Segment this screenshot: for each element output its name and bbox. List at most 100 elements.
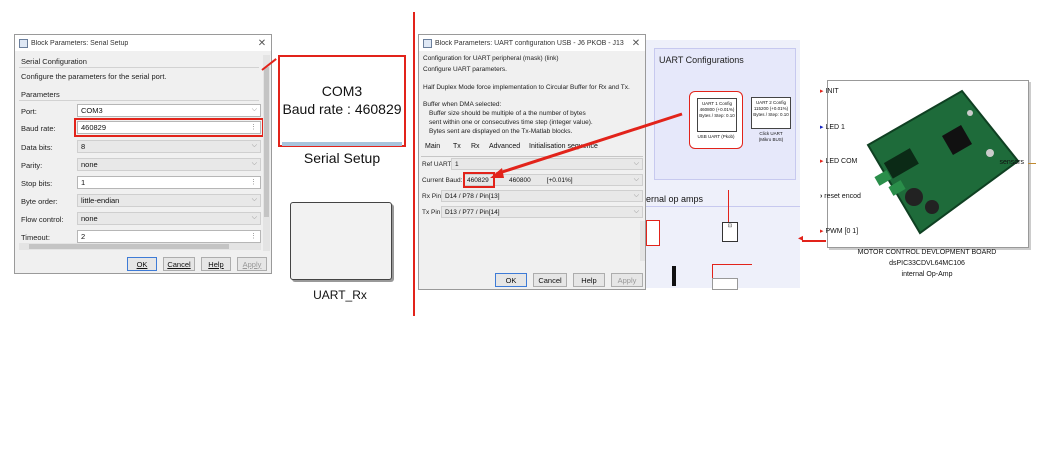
serial-setup-block-name: Serial Setup [303, 150, 381, 166]
ref-uart-label: Ref UART [422, 161, 452, 168]
port-init: ▸ INIT [820, 88, 839, 95]
stop-bits-field[interactable]: 1 ⋮ [77, 176, 261, 189]
parity-label: Parity: [21, 161, 43, 170]
uart-configs-title: UART Configurations [659, 55, 744, 65]
more-icon: ⋮ [250, 179, 257, 186]
tx-pin-label: Tx Pin [422, 209, 441, 216]
byte-order-value: little-endian [81, 196, 120, 205]
block-params-icon [19, 38, 28, 48]
timeout-field[interactable]: 2 ⋮ [77, 230, 261, 243]
uart1-line3: Bytes / Step: 0.10 [699, 113, 735, 118]
serial-setup-dialog: Block Parameters: Serial Setup ✕ Serial … [14, 34, 272, 274]
tx-pin-select[interactable]: D13 / P77 / Pin[14] ⌵ [441, 206, 643, 218]
uart-apply-button[interactable]: Apply [611, 273, 643, 287]
uart1-caption: USB UART (Pkob) [697, 134, 735, 139]
parity-value: none [81, 160, 98, 169]
op-amps-title: ernal op amps [646, 194, 704, 204]
ref-uart-value: 1 [455, 160, 459, 168]
vertical-scrollbar[interactable] [263, 55, 270, 251]
data-bits-select[interactable]: 8 ⌵ [77, 140, 261, 153]
rx-pin-label: Rx Pin [422, 193, 442, 200]
uart2-config-block[interactable]: UART 2 Config 115200 (+0.01%) Bytes / St… [751, 97, 791, 145]
divider-line [413, 12, 415, 316]
close-icon[interactable]: ✕ [253, 38, 271, 49]
uart-line2: Configure UART parameters. [423, 66, 507, 73]
data-bits-label: Data bits: [21, 143, 53, 152]
uart2-caption1: Click UART [759, 131, 783, 136]
chevron-down-icon: ⌵ [251, 142, 257, 149]
flow-control-value: none [81, 214, 98, 223]
byte-order-label: Byte order: [21, 197, 58, 206]
op-amp-block[interactable]: ⊡ [722, 222, 738, 242]
chevron-down-icon: ⌵ [633, 208, 639, 215]
uart-rx-block[interactable] [290, 202, 392, 280]
chevron-down-icon: ⌵ [251, 214, 257, 221]
port-value: COM3 [81, 106, 103, 115]
flow-control-select[interactable]: none ⌵ [77, 212, 261, 225]
motor-control-board-block[interactable]: ▸ INIT ▸ LED 1 ▸ LED COM › reset encod ▸… [820, 80, 1036, 248]
serial-section-title: Serial Configuration [21, 57, 87, 66]
chevron-down-icon: ⌵ [251, 160, 257, 167]
port-led1: ▸ LED 1 [820, 124, 845, 131]
uart-rx-block-name: UART_Rx [313, 288, 367, 302]
port-led-com: ▸ LED COM [820, 158, 858, 165]
tab-tx[interactable]: Tx [453, 143, 461, 150]
port-label: Port: [21, 107, 37, 116]
flow-control-label: Flow control: [21, 215, 64, 224]
serial-block-baud: Baud rate : 460829 [282, 101, 402, 117]
timeout-value: 2 [81, 232, 86, 241]
baud-rate-highlight [74, 118, 264, 137]
ok-button[interactable]: OK [127, 257, 157, 271]
serial-dialog-titlebar: Block Parameters: Serial Setup ✕ [15, 35, 271, 51]
timeout-label: Timeout: [21, 233, 50, 242]
port-reset-encoder: › reset encod [820, 193, 861, 200]
rx-pin-value: D14 / P78 / Pin[13] [445, 192, 500, 200]
horizontal-scrollbar[interactable] [19, 243, 261, 250]
byte-order-select[interactable]: little-endian ⌵ [77, 194, 261, 207]
port-pwm: ▸ PWM [0 1] [820, 228, 859, 235]
params-header: Parameters [21, 90, 60, 99]
serial-setup-block[interactable]: COM3 Baud rate : 460829 [278, 55, 406, 147]
cancel-button[interactable]: Cancel [163, 257, 195, 271]
uart1-config-block[interactable]: UART 1 Config 460800 (+0.01%) Bytes / St… [689, 91, 743, 149]
board-caption1: MOTOR CONTROL DEVLOPMENT BOARD [857, 249, 997, 256]
uart-dialog-titlebar: Block Parameters: UART configuration USB… [419, 35, 645, 51]
data-bits-value: 8 [81, 142, 86, 151]
port-select[interactable]: COM3 ⌵ [77, 104, 261, 117]
uart-line3: Half Duplex Mode force implementation to… [423, 84, 630, 91]
serial-description: Configure the parameters for the serial … [21, 72, 167, 81]
port-sensors: sensors [999, 159, 1024, 166]
uart-vertical-scrollbar[interactable] [640, 221, 645, 261]
close-icon[interactable]: ✕ [627, 38, 645, 49]
uart2-line3: Bytes / Step: 0.10 [753, 112, 789, 117]
more-icon: ⋮ [250, 233, 257, 240]
tab-rx[interactable]: Rx [471, 143, 480, 150]
red-arrow-icon: ◂ [798, 233, 804, 244]
chevron-down-icon: ⌵ [251, 106, 257, 113]
stop-bits-value: 1 [81, 178, 86, 187]
rx-pin-select[interactable]: D14 / P78 / Pin[13] ⌵ [441, 190, 643, 202]
stop-bits-label: Stop bits: [21, 179, 53, 188]
chevron-down-icon: ⌵ [633, 192, 639, 199]
tab-main[interactable]: Main [425, 143, 440, 150]
serial-dialog-title: Block Parameters: Serial Setup [31, 39, 129, 47]
help-button[interactable]: Help [201, 257, 231, 271]
apply-button[interactable]: Apply [237, 257, 267, 271]
uart-cancel-button[interactable]: Cancel [533, 273, 567, 287]
serial-block-port: COM3 [321, 83, 363, 99]
uart2-caption2: (Mikro BUS) [758, 137, 784, 142]
baud-rate-label: Baud rate: [21, 124, 56, 133]
red-arrow-icon [490, 112, 683, 178]
board-caption3: internal Op-Amp [901, 271, 953, 278]
tx-pin-value: D13 / P77 / Pin[14] [445, 208, 500, 216]
dma-line1: Buffer when DMA selected: [423, 101, 502, 108]
uart-line1: Configuration for UART peripheral (mask)… [423, 55, 559, 62]
uart-ok-button[interactable]: OK [495, 273, 527, 287]
uart-dialog-title: Block Parameters: UART configuration USB… [435, 39, 624, 47]
parity-select[interactable]: none ⌵ [77, 158, 261, 171]
board-caption2: dsPIC33CDVL64MC106 [889, 260, 965, 267]
uart-help-button[interactable]: Help [573, 273, 605, 287]
block-params-icon [423, 38, 432, 48]
current-baud-label: Current Baud: [422, 177, 463, 184]
chevron-down-icon: ⌵ [251, 196, 257, 203]
